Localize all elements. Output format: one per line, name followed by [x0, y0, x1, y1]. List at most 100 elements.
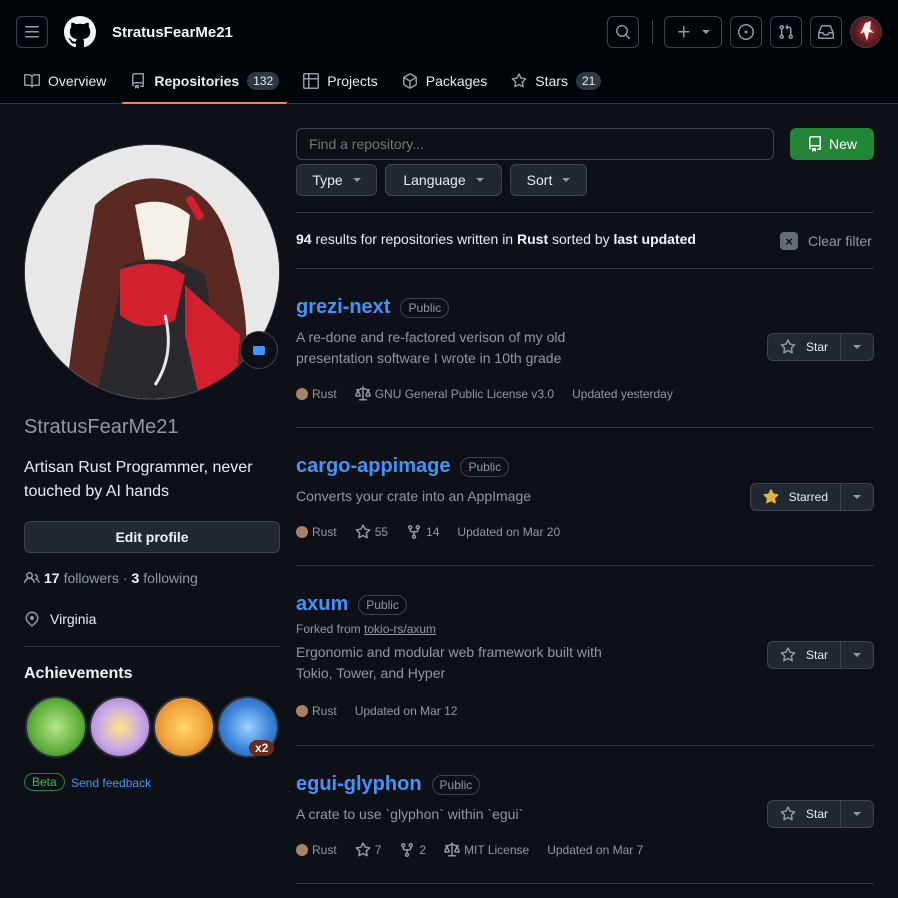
- language-filter-dropdown[interactable]: Language: [385, 164, 502, 196]
- visibility-badge: Public: [400, 297, 450, 318]
- repo-name-link[interactable]: egui-glyphon: [296, 773, 422, 796]
- issues-button[interactable]: [730, 16, 762, 48]
- status-emoji-button[interactable]: [240, 331, 278, 369]
- repo-forks-link[interactable]: 14: [406, 524, 439, 540]
- tab-overview[interactable]: Overview: [16, 64, 114, 98]
- issue-opened-icon: [738, 24, 754, 40]
- caret-down-icon: [853, 653, 861, 657]
- star-list-dropdown[interactable]: [841, 484, 873, 510]
- sidebar-divider: [24, 646, 280, 647]
- sort-filter-dropdown[interactable]: Sort: [510, 164, 587, 196]
- star-button[interactable]: Star: [768, 642, 841, 668]
- following-label: following: [143, 570, 198, 586]
- forked-prefix: Forked from: [296, 622, 361, 636]
- caret-down-icon: [352, 178, 361, 182]
- tab-projects[interactable]: Projects: [295, 64, 386, 98]
- repo-icon: [132, 73, 145, 89]
- profile-avatar[interactable]: [24, 144, 280, 400]
- star-list-dropdown[interactable]: [841, 642, 873, 668]
- repo-description: A crate to use `glyphon` within `egui`: [296, 806, 524, 822]
- create-new-button[interactable]: [664, 16, 722, 48]
- star-label: Starred: [788, 490, 828, 504]
- tab-repositories[interactable]: Repositories 132: [122, 64, 288, 104]
- star-button[interactable]: Star: [768, 334, 841, 360]
- search-button[interactable]: [607, 16, 639, 48]
- repo-language: Rust: [296, 525, 337, 539]
- caret-down-icon: [853, 345, 861, 349]
- language-filter-label: Language: [403, 172, 466, 188]
- star-list-dropdown[interactable]: [841, 801, 873, 827]
- forked-from: Forked from tokio-rs/axum: [296, 622, 874, 636]
- followers-label: followers: [63, 570, 119, 586]
- repo-stars-link[interactable]: 55: [355, 524, 388, 540]
- achievements-title[interactable]: Achievements: [24, 665, 133, 683]
- following-link[interactable]: 3 following: [132, 570, 198, 586]
- rust-dot-icon: [296, 388, 308, 400]
- achievement-cowboy-icon[interactable]: [153, 696, 215, 758]
- starred-button[interactable]: Starred: [751, 484, 841, 510]
- divider: [296, 565, 874, 566]
- achievement-cat-icon[interactable]: [89, 696, 151, 758]
- star-icon: [780, 647, 796, 662]
- new-button-label: New: [828, 136, 857, 152]
- user-avatar-menu[interactable]: [850, 16, 882, 48]
- people-icon: [24, 571, 40, 584]
- star-button-group: Starred: [749, 483, 874, 511]
- repo-icon: [808, 136, 821, 152]
- tab-stars[interactable]: Stars 21: [503, 64, 609, 98]
- divider: [296, 212, 874, 213]
- hamburger-menu-button[interactable]: [16, 16, 48, 48]
- send-feedback-link[interactable]: Send feedback: [71, 776, 151, 790]
- achievement-peas-icon[interactable]: [25, 696, 87, 758]
- star-button[interactable]: Star: [768, 801, 841, 827]
- tab-stars-label: Stars: [535, 73, 568, 89]
- language-label: Rust: [312, 843, 337, 857]
- profile-username: StratusFearMe21: [24, 416, 179, 438]
- language-label: Rust: [312, 525, 337, 539]
- type-filter-dropdown[interactable]: Type: [296, 164, 377, 196]
- repo-stars-link[interactable]: 7: [355, 842, 381, 858]
- sort-filter-label: Sort: [526, 172, 553, 188]
- tab-packages-label: Packages: [425, 73, 488, 89]
- repo-name-link[interactable]: axum: [296, 593, 348, 616]
- repo-updated: Updated on Mar 7: [547, 843, 644, 857]
- repo-item: egui-glyphon Public A crate to use `glyp…: [296, 773, 874, 883]
- avatar-illustration-icon: [25, 145, 279, 399]
- followers-link[interactable]: 17 followers: [44, 570, 119, 586]
- repo-description: A re-done and re-factored verison of my …: [296, 329, 566, 366]
- star-fill-icon: [763, 489, 779, 504]
- star-icon: [355, 524, 371, 539]
- achievement-multiplier-badge: x2: [249, 740, 275, 756]
- find-repository-input[interactable]: [296, 128, 774, 160]
- clear-filter-button[interactable]: × Clear filter: [780, 232, 872, 250]
- profile-tabs: Overview Repositories 132 Projects Packa…: [16, 64, 617, 104]
- divider: [296, 883, 874, 884]
- language-label: Rust: [312, 387, 337, 401]
- repo-meta: Rust GNU General Public License v3.0 Upd…: [296, 386, 691, 402]
- forks-count: 2: [419, 843, 427, 857]
- header-username[interactable]: StratusFearMe21: [112, 24, 233, 41]
- forked-from-link[interactable]: tokio-rs/axum: [364, 622, 436, 636]
- repo-name-link[interactable]: grezi-next: [296, 296, 390, 319]
- caret-down-icon: [562, 178, 571, 182]
- star-icon: [780, 339, 796, 354]
- repo-meta: Rust Updated on Mar 12: [296, 704, 475, 718]
- hamburger-icon: [25, 26, 39, 38]
- inbox-button[interactable]: [810, 16, 842, 48]
- edit-profile-button[interactable]: Edit profile: [24, 521, 280, 553]
- pull-requests-button[interactable]: [770, 16, 802, 48]
- github-logo-icon[interactable]: [64, 16, 96, 48]
- book-icon: [24, 73, 40, 88]
- table-icon: [303, 73, 320, 89]
- repo-name-link[interactable]: cargo-appimage: [296, 455, 450, 478]
- star-list-dropdown[interactable]: [841, 334, 873, 360]
- repo-meta: Rust 7 2 MIT License Updated on Mar 7: [296, 842, 661, 858]
- divider: [296, 268, 874, 269]
- tab-packages[interactable]: Packages: [394, 64, 495, 98]
- tab-overview-label: Overview: [48, 73, 107, 89]
- clear-filter-label: Clear filter: [808, 233, 872, 249]
- new-repository-button[interactable]: New: [790, 128, 874, 160]
- star-icon: [780, 806, 796, 821]
- star-button-group: Star: [766, 333, 874, 361]
- repo-forks-link[interactable]: 2: [399, 842, 426, 858]
